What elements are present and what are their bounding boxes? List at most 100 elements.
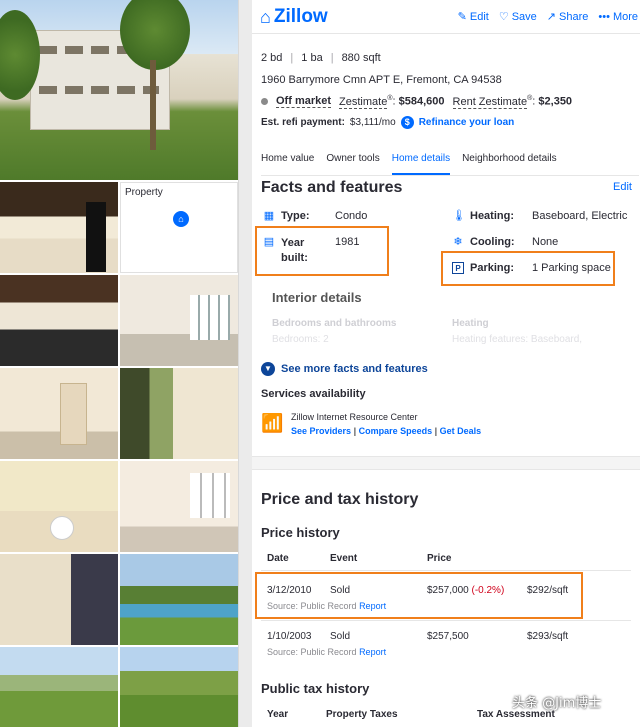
photo-gallery[interactable]: Property ⌂ xyxy=(0,0,240,727)
save-button[interactable]: ♡ Save xyxy=(499,10,537,24)
tax-history-heading: Public tax history xyxy=(261,681,370,696)
facts-heading: Facts and features xyxy=(261,179,403,196)
rent-zestimate-value: $2,350 xyxy=(538,95,573,108)
divider: | xyxy=(330,52,334,64)
photo-pool[interactable] xyxy=(120,554,238,645)
tab-neighborhood-details[interactable]: Neighborhood details xyxy=(462,148,557,175)
divider: | xyxy=(290,52,294,64)
col-event: Event xyxy=(330,553,358,564)
bed-bath-heading: Bedrooms and bathrooms xyxy=(272,318,397,329)
report-link[interactable]: Report xyxy=(359,647,386,657)
dollar-icon: $ xyxy=(400,116,414,129)
status-off-market[interactable]: Off market xyxy=(276,95,332,108)
row-event: Sold xyxy=(330,631,351,642)
row-source: Source: Public Record xyxy=(267,647,357,657)
wifi-icon: 📶 xyxy=(261,413,284,433)
see-more-label: See more facts and features xyxy=(281,363,428,375)
address: 1960 Barrymore Cmn APT E, Fremont, CA 94… xyxy=(261,74,502,86)
heating-label: Heating: xyxy=(470,210,514,222)
type-label: Type: xyxy=(281,210,310,222)
sqft: 880 sqft xyxy=(341,52,381,64)
row-divider xyxy=(261,620,631,621)
fact-parking: P Parking: 1 Parking space xyxy=(452,262,611,274)
cooling-label: Cooling: xyxy=(470,236,515,248)
row-divider xyxy=(261,570,631,571)
compare-speeds-link[interactable]: Compare Speeds xyxy=(359,426,433,436)
beds: 2 bd xyxy=(261,52,283,64)
edit-label: Edit xyxy=(469,10,489,23)
fact-year-built: ▤ Year built: 1981 xyxy=(263,236,360,266)
cooling-value: None xyxy=(532,236,559,248)
status-row: Off market Zestimate®: $584,600 Rent Zes… xyxy=(261,95,573,109)
photo-kitchen[interactable] xyxy=(0,182,118,273)
see-more-facts-button[interactable]: ▼ See more facts and features xyxy=(261,362,428,376)
parking-label: Parking: xyxy=(470,262,515,274)
row-per-sqft: $293/sqft xyxy=(527,631,569,642)
photo-living-room[interactable] xyxy=(120,275,238,366)
tab-home-details[interactable]: Home details xyxy=(391,148,451,175)
tree-trunk-graphic xyxy=(150,60,156,150)
year-built-value: 1981 xyxy=(335,236,360,248)
interior-details-heading: Interior details xyxy=(272,290,362,305)
share-button[interactable]: ↗ Share xyxy=(546,10,589,24)
services-row: 📶 Zillow Internet Resource Center See Pr… xyxy=(261,412,481,436)
zillow-logo[interactable]: ⌂ Zillow xyxy=(260,6,328,28)
section-divider xyxy=(252,456,640,470)
top-bar: ⌂ Zillow ✎ Edit ♡ Save ↗ Share ••• More xyxy=(252,0,640,34)
get-deals-link[interactable]: Get Deals xyxy=(440,426,482,436)
gallery-scrollbar[interactable] xyxy=(238,0,252,727)
refinance-link[interactable]: Refinance your loan xyxy=(419,117,515,128)
watermark: 头条 @Jim博士 xyxy=(512,696,602,711)
tab-owner-tools[interactable]: Owner tools xyxy=(326,148,379,175)
edit-button[interactable]: ✎ Edit xyxy=(457,10,489,24)
row-source: Source: Public Record xyxy=(267,601,357,611)
tab-home-value[interactable]: Home value xyxy=(261,148,314,175)
provider-name: Zillow Internet Resource Center xyxy=(291,412,418,422)
more-button[interactable]: ••• More xyxy=(598,10,638,23)
property-map-thumbnail[interactable]: Property ⌂ xyxy=(120,182,238,273)
bedrooms-line: Bedrooms: 2 xyxy=(272,334,329,345)
row-price: $257,500 xyxy=(427,631,469,642)
refi-value: $3,111/mo xyxy=(349,117,396,128)
photo-grounds-2[interactable] xyxy=(120,647,238,727)
col-price: Price xyxy=(427,553,452,564)
photo-hallway[interactable] xyxy=(0,368,118,459)
photo-kitchen-2[interactable] xyxy=(0,275,118,366)
photo-bedroom[interactable] xyxy=(120,461,238,552)
calendar-icon: ▤ xyxy=(263,236,275,248)
photo-exterior[interactable] xyxy=(0,0,238,180)
row-event: Sold xyxy=(330,585,351,596)
col-date: Date xyxy=(267,553,289,564)
col-year: Year xyxy=(267,709,289,720)
pencil-icon: ✎ xyxy=(457,11,467,23)
services-heading: Services availability xyxy=(261,388,366,400)
logo-text: Zillow xyxy=(273,6,328,27)
report-link[interactable]: Report xyxy=(359,601,386,611)
photo-bathroom-2[interactable] xyxy=(0,554,118,645)
photo-grounds[interactable] xyxy=(0,647,118,727)
row-date: 1/10/2003 xyxy=(267,631,312,642)
photo-patio-door[interactable] xyxy=(120,368,238,459)
detail-tabs: Home value Owner tools Home details Neig… xyxy=(261,148,639,176)
facts-edit-link[interactable]: Edit xyxy=(613,181,632,193)
save-label: Save xyxy=(511,10,537,23)
row-per-sqft: $292/sqft xyxy=(527,585,569,596)
map-label: Property xyxy=(125,187,163,198)
refi-row: Est. refi payment: $3,111/mo $ Refinance… xyxy=(261,116,514,129)
share-label: Share xyxy=(559,10,589,23)
more-dots-icon: ••• xyxy=(598,10,610,23)
zillow-house-icon: ⌂ xyxy=(260,6,271,27)
thermometer-icon: 🌡 xyxy=(452,210,466,222)
building-icon: ▦ xyxy=(263,210,275,222)
zestimate-value: $584,600 xyxy=(398,95,445,108)
photo-bathroom[interactable] xyxy=(0,461,118,552)
snowflake-icon: ❄ xyxy=(453,236,463,248)
bed-bath-sqft: 2 bd | 1 ba | 880 sqft xyxy=(261,52,381,64)
chevron-down-icon: ▼ xyxy=(261,362,275,376)
zestimate-label[interactable]: Zestimate xyxy=(339,95,388,109)
see-providers-link[interactable]: See Providers xyxy=(291,426,351,436)
rent-zestimate-label[interactable]: Rent Zestimate xyxy=(452,95,528,109)
fact-cooling: ❄ Cooling: None xyxy=(452,236,558,248)
share-icon: ↗ xyxy=(546,11,557,23)
baths: 1 ba xyxy=(301,52,323,64)
